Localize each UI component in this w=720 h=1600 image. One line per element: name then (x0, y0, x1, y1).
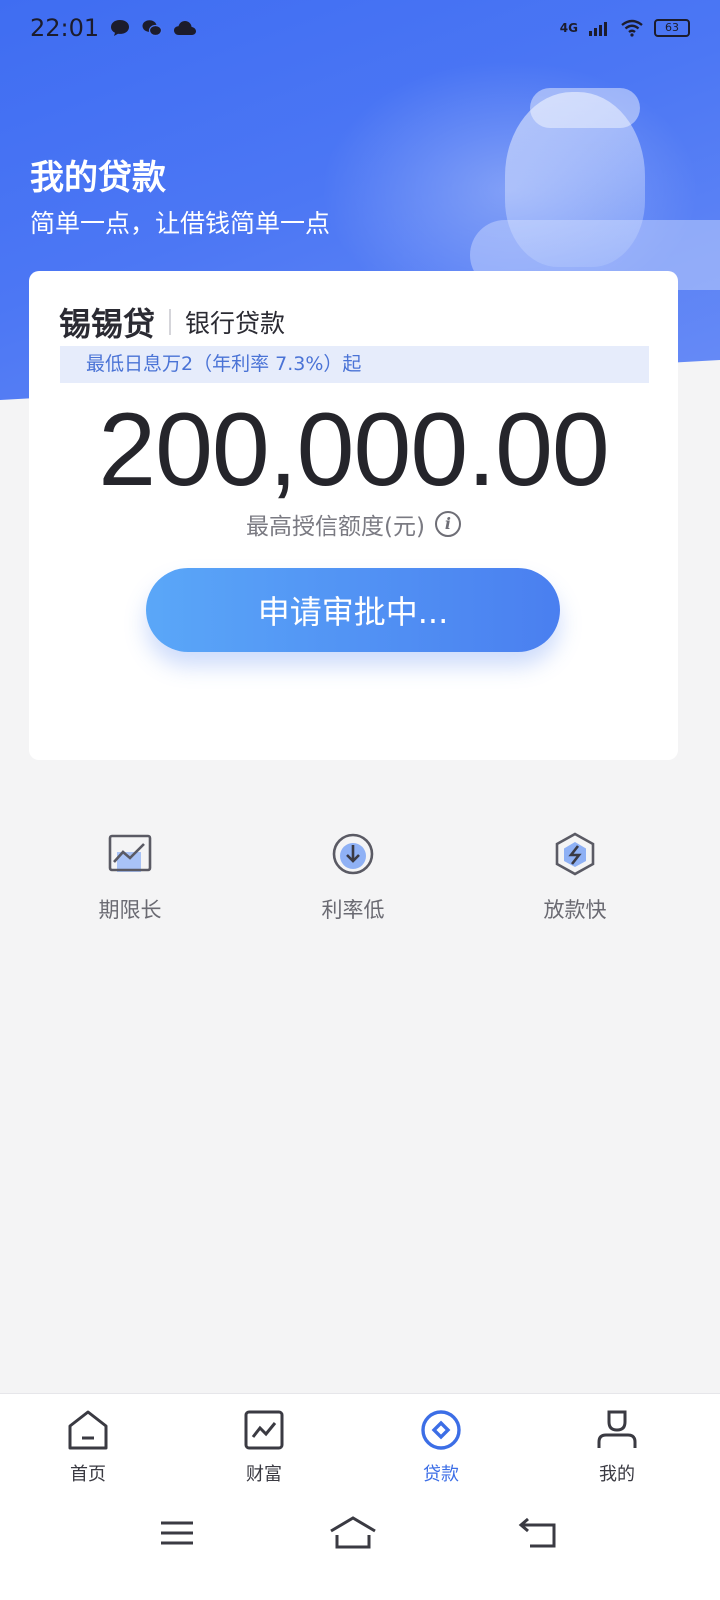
feature-item-speed: 放款快 (495, 830, 655, 924)
tab-label: 贷款 (423, 1464, 459, 1485)
feature-list: 期限长 利率低 放款快 (0, 830, 720, 930)
tab-label: 首页 (70, 1464, 106, 1485)
credit-amount-label-row: 最高授信额度(元) i (29, 507, 678, 541)
info-icon[interactable]: i (434, 511, 461, 537)
wealth-chart-icon (242, 1408, 286, 1452)
feature-label: 放款快 (543, 898, 607, 922)
hero-money-bag-illustration (505, 92, 645, 267)
tab-label: 我的 (599, 1464, 635, 1485)
page-title: 我的贷款 (30, 158, 166, 198)
chart-icon (106, 830, 154, 878)
battery-icon: 63 (654, 19, 690, 37)
lightning-hexagon-icon (551, 830, 599, 878)
profile-icon (595, 1408, 639, 1452)
wechat-icon (142, 20, 163, 37)
status-left: 22:01 (30, 14, 197, 42)
product-header: 锡锡贷 银行贷款 (59, 299, 285, 345)
loan-icon (419, 1408, 463, 1452)
status-right: 4G 63 (560, 19, 690, 37)
status-bar: 22:01 4G 63 (0, 0, 720, 56)
down-arrow-circle-icon (329, 830, 377, 878)
feature-label: 利率低 (321, 898, 385, 922)
cloud-icon (174, 21, 197, 35)
message-icon (111, 20, 130, 36)
rate-banner: 最低日息万2（年利率 7.3%）起 (60, 346, 649, 383)
tab-loan[interactable]: 贷款 (381, 1408, 501, 1486)
tab-wealth[interactable]: 财富 (204, 1408, 324, 1486)
tab-profile[interactable]: 我的 (557, 1408, 677, 1486)
home-icon (66, 1408, 110, 1452)
tab-label: 财富 (246, 1464, 282, 1485)
system-nav-bar (0, 1493, 720, 1600)
credit-amount-label: 最高授信额度(元) (246, 514, 425, 540)
loan-card: 锡锡贷 银行贷款 最低日息万2（年利率 7.3%）起 200,000.00 最高… (29, 271, 678, 760)
status-time: 22:01 (30, 14, 100, 42)
credit-amount: 200,000.00 (98, 392, 610, 508)
product-divider (169, 309, 172, 335)
apply-status-button[interactable]: 申请审批中... (146, 568, 560, 652)
home-nav-icon[interactable] (323, 1513, 383, 1553)
product-type: 银行贷款 (185, 309, 286, 338)
signal-icon (589, 22, 607, 36)
feature-item-rate: 利率低 (273, 830, 433, 924)
page-subtitle: 简单一点，让借钱简单一点 (30, 209, 331, 238)
network-type: 4G (559, 21, 578, 35)
back-icon[interactable] (508, 1513, 568, 1553)
feature-label: 期限长 (98, 898, 162, 922)
tab-home[interactable]: 首页 (28, 1408, 148, 1486)
menu-icon[interactable] (148, 1513, 208, 1553)
feature-item-term: 期限长 (50, 830, 210, 924)
wifi-icon (621, 19, 643, 37)
bottom-tab-bar: 首页 财富 贷款 我的 (0, 1393, 720, 1493)
product-name: 锡锡贷 (59, 305, 156, 343)
